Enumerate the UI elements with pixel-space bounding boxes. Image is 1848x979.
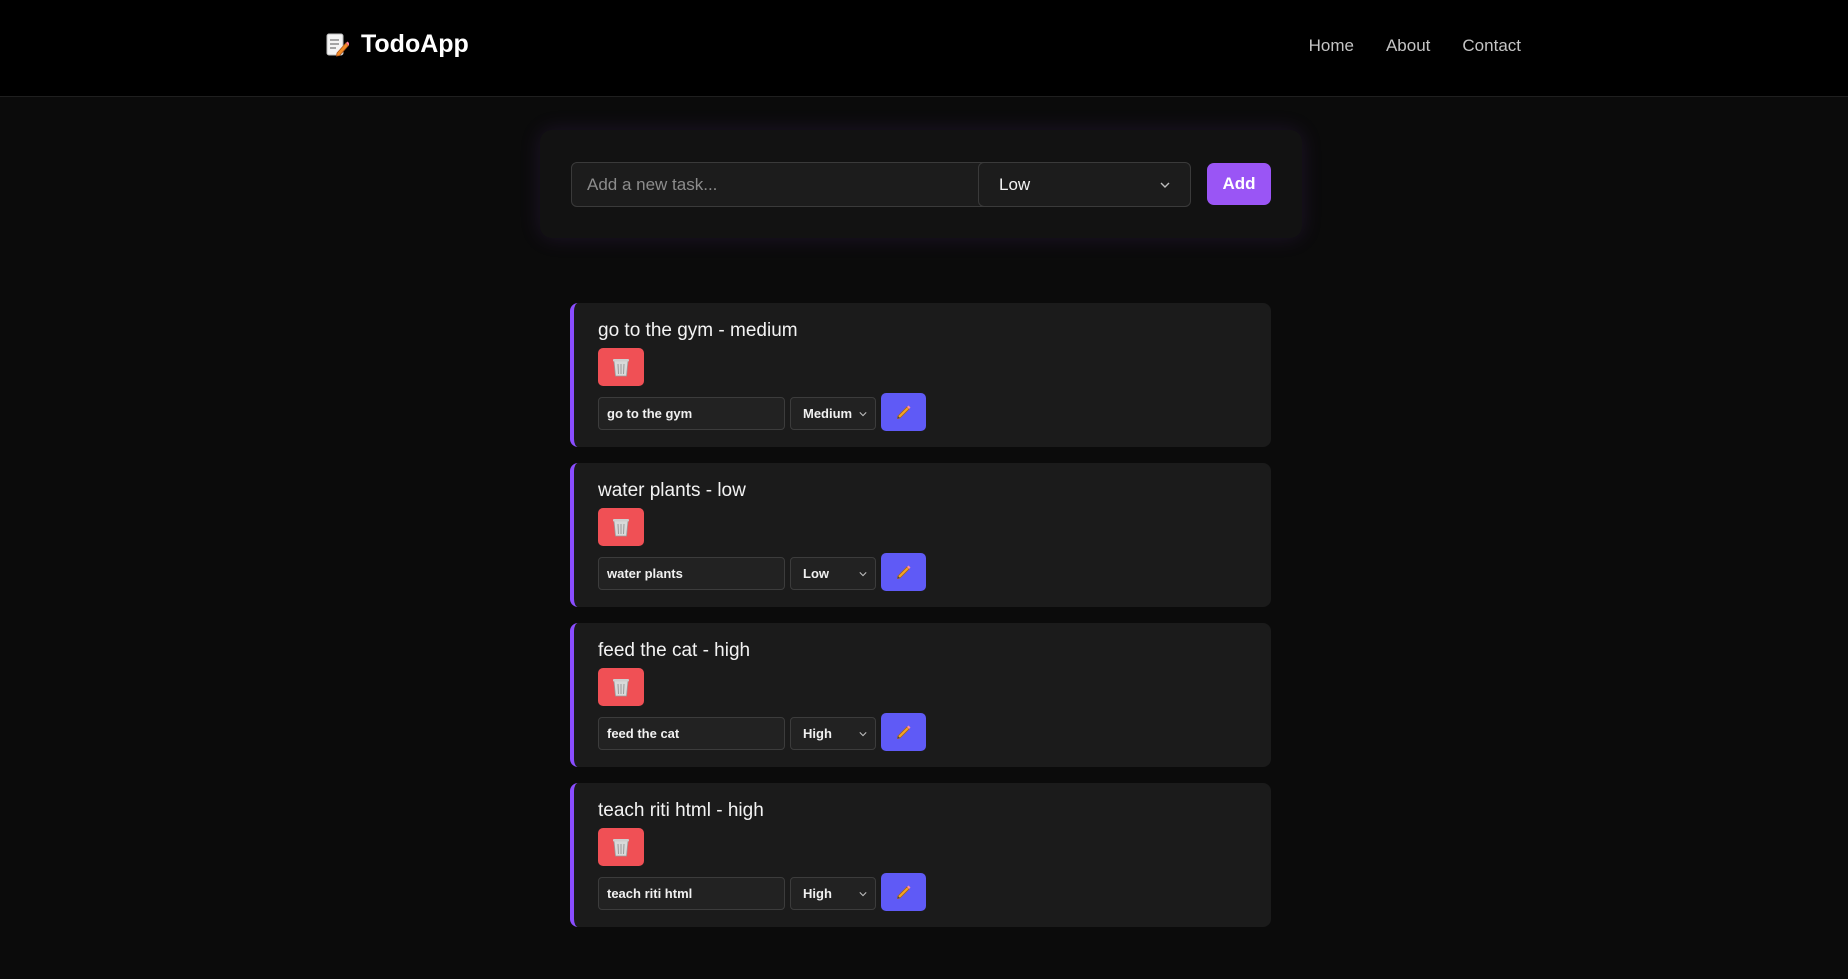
trash-icon (613, 359, 629, 377)
todo-title: teach riti html - high (598, 800, 764, 821)
edit-priority-select[interactable]: Medium (790, 397, 876, 430)
chevron-down-icon (859, 571, 867, 576)
delete-button[interactable] (598, 508, 644, 546)
edit-priority-value: High (803, 886, 832, 901)
memo-icon (326, 33, 349, 56)
todo-title: go to the gym - medium (598, 320, 798, 341)
nav-link-about[interactable]: About (1386, 36, 1430, 56)
trash-icon (613, 839, 629, 857)
todo-item: feed the cat - high feed the cat High (570, 623, 1271, 767)
todo-item: teach riti html - high teach riti html H… (570, 783, 1271, 927)
edit-task-input[interactable]: teach riti html (598, 877, 785, 910)
pencil-icon (896, 885, 910, 900)
add-task-panel: Low Add (540, 130, 1302, 238)
pencil-icon (896, 405, 910, 420)
edit-task-input[interactable]: go to the gym (598, 397, 785, 430)
todo-title: water plants - low (598, 480, 746, 501)
add-task-button[interactable]: Add (1207, 163, 1271, 205)
edit-priority-value: High (803, 726, 832, 741)
chevron-down-icon (859, 891, 867, 896)
pencil-icon (896, 725, 910, 740)
todo-title: feed the cat - high (598, 640, 751, 661)
todo-item: water plants - low water plants Low (570, 463, 1271, 607)
edit-priority-value: Medium (803, 406, 853, 421)
trash-icon (613, 519, 629, 537)
chevron-down-icon (1160, 182, 1170, 188)
edit-button[interactable] (881, 713, 926, 751)
new-task-input[interactable] (571, 162, 1002, 207)
todo-item: go to the gym - medium go to the gym Med… (570, 303, 1271, 447)
edit-button[interactable] (881, 873, 926, 911)
delete-button[interactable] (598, 828, 644, 866)
trash-icon (613, 679, 629, 697)
edit-task-input[interactable]: feed the cat (598, 717, 785, 750)
delete-button[interactable] (598, 668, 644, 706)
top-navbar: TodoApp Home About Contact (0, 0, 1848, 97)
edit-priority-select[interactable]: Low (790, 557, 876, 590)
brand-title: TodoApp (361, 30, 469, 58)
priority-select[interactable]: Low (978, 162, 1191, 207)
edit-button[interactable] (881, 553, 926, 591)
priority-select-value: Low (999, 174, 1031, 194)
brand[interactable]: TodoApp (325, 30, 469, 59)
main-nav: Home About Contact (1309, 36, 1521, 56)
chevron-down-icon (859, 731, 867, 736)
edit-task-input[interactable]: water plants (598, 557, 785, 590)
pencil-icon (896, 565, 910, 580)
chevron-down-icon (859, 411, 867, 416)
edit-priority-select[interactable]: High (790, 877, 876, 910)
nav-link-contact[interactable]: Contact (1462, 36, 1521, 56)
todo-list: go to the gym - medium go to the gym Med… (570, 303, 1271, 943)
nav-link-home[interactable]: Home (1309, 36, 1354, 56)
delete-button[interactable] (598, 348, 644, 386)
edit-button[interactable] (881, 393, 926, 431)
edit-priority-select[interactable]: High (790, 717, 876, 750)
edit-priority-value: Low (803, 566, 829, 581)
